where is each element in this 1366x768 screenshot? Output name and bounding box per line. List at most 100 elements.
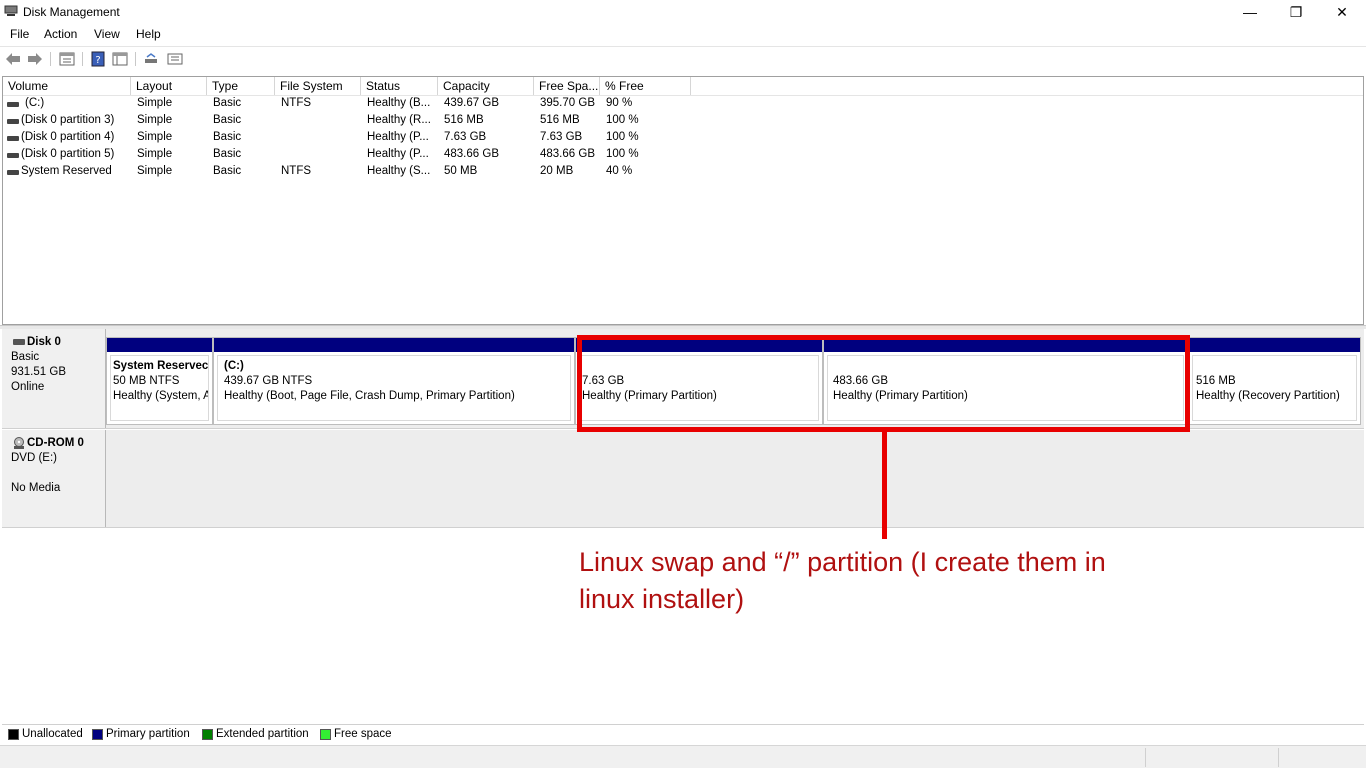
legend-item-unallocated: Unallocated bbox=[6, 728, 83, 740]
table-row[interactable]: (Disk 0 partition 4) Simple Basic Health… bbox=[3, 130, 703, 147]
disk-label[interactable]: Disk 0 Basic 931.51 GB Online bbox=[2, 329, 106, 428]
cell-volume: (Disk 0 partition 3) bbox=[21, 114, 115, 126]
disk-name-container: Disk 0 bbox=[11, 335, 105, 350]
cell-percent-free: 100 % bbox=[606, 131, 639, 143]
close-button[interactable]: ✕ bbox=[1319, 0, 1365, 24]
partition-size: 439.67 GB NTFS bbox=[224, 375, 313, 387]
cell-capacity: 516 MB bbox=[444, 114, 484, 126]
status-bar bbox=[0, 745, 1366, 768]
partition-recovery[interactable]: 516 MB Healthy (Recovery Partition) bbox=[1188, 337, 1361, 425]
cell-status: Healthy (B... bbox=[367, 97, 431, 109]
column-header-free-space[interactable]: Free Spa... bbox=[534, 77, 600, 95]
rescan-icon[interactable] bbox=[142, 51, 160, 67]
legend-label: Primary partition bbox=[106, 728, 190, 740]
partition-body: 516 MB Healthy (Recovery Partition) bbox=[1192, 355, 1357, 421]
table-row[interactable]: (Disk 0 partition 3) Simple Basic Health… bbox=[3, 113, 703, 130]
disk-label[interactable]: CD-ROM 0 DVD (E:) No Media bbox=[2, 430, 106, 527]
annotation-pointer-line bbox=[882, 432, 887, 539]
disk-type: Basic bbox=[11, 351, 40, 363]
properties-icon[interactable] bbox=[58, 51, 76, 67]
legend-item-free-space: Free space bbox=[318, 728, 392, 740]
cell-type: Basic bbox=[213, 148, 242, 160]
cell-layout: Simple bbox=[137, 114, 173, 126]
column-header-volume[interactable]: Volume bbox=[3, 77, 131, 95]
partition-status: Healthy (System, A bbox=[113, 390, 209, 402]
primary-partition-bar bbox=[1189, 338, 1360, 352]
cell-type: Basic bbox=[213, 97, 242, 109]
disk-name: CD-ROM 0 bbox=[27, 437, 84, 449]
cell-volume: System Reserved bbox=[21, 165, 112, 177]
annotation-highlight-box bbox=[577, 335, 1190, 432]
help-icon[interactable]: ? bbox=[89, 51, 107, 67]
cell-volume: (C:) bbox=[25, 97, 45, 109]
cell-layout: Simple bbox=[137, 131, 173, 143]
partition-status: Healthy (Recovery Partition) bbox=[1196, 390, 1340, 402]
legend-label: Extended partition bbox=[216, 728, 309, 740]
settings-icon[interactable] bbox=[166, 51, 184, 67]
table-row[interactable]: (Disk 0 partition 5) Simple Basic Health… bbox=[3, 147, 703, 164]
details-icon[interactable] bbox=[111, 51, 129, 67]
cd-rom-icon bbox=[14, 437, 24, 449]
cell-free-space: 483.66 GB bbox=[540, 148, 595, 160]
disk-management-app-icon bbox=[4, 5, 18, 16]
toolbar: ? bbox=[0, 46, 1366, 72]
legend-item-extended: Extended partition bbox=[200, 728, 309, 740]
menu-file[interactable]: File bbox=[10, 27, 29, 41]
column-header-file-system[interactable]: File System bbox=[275, 77, 361, 95]
partition-system-reserved[interactable]: System Reservec 50 MB NTFS Healthy (Syst… bbox=[106, 337, 213, 425]
legend: Unallocated Primary partition Extended p… bbox=[2, 724, 1364, 744]
annotation-line-2: linux installer) bbox=[579, 584, 745, 614]
volume-list[interactable]: Volume Layout Type File System Status Ca… bbox=[2, 76, 1364, 325]
table-row[interactable]: System Reserved Simple Basic NTFS Health… bbox=[3, 164, 703, 181]
cell-status: Healthy (P... bbox=[367, 148, 429, 160]
primary-partition-bar bbox=[214, 338, 574, 352]
disk-size: 931.51 GB bbox=[11, 366, 66, 378]
primary-partition-bar bbox=[107, 338, 212, 352]
disk-state: Online bbox=[11, 381, 45, 393]
disk-type: DVD (E:) bbox=[11, 452, 57, 464]
cell-layout: Simple bbox=[137, 97, 173, 109]
svg-text:?: ? bbox=[95, 55, 100, 66]
toolbar-separator bbox=[135, 52, 136, 66]
minimize-button[interactable]: — bbox=[1227, 0, 1273, 24]
cell-volume: (Disk 0 partition 4) bbox=[21, 131, 115, 143]
menu-help[interactable]: Help bbox=[136, 27, 161, 41]
cell-status: Healthy (P... bbox=[367, 131, 429, 143]
cell-percent-free: 90 % bbox=[606, 97, 633, 109]
cell-free-space: 7.63 GB bbox=[540, 131, 583, 143]
menu-view[interactable]: View bbox=[94, 27, 120, 41]
unallocated-swatch bbox=[8, 729, 19, 740]
legend-item-primary: Primary partition bbox=[90, 728, 190, 740]
legend-label: Free space bbox=[334, 728, 392, 740]
cell-status: Healthy (S... bbox=[367, 165, 431, 177]
disk-row-cdrom-0[interactable]: CD-ROM 0 DVD (E:) No Media bbox=[2, 430, 1364, 528]
volume-icon bbox=[7, 153, 19, 158]
partition-body: (C:) 439.67 GB NTFS Healthy (Boot, Page … bbox=[217, 355, 571, 421]
back-arrow-icon[interactable] bbox=[4, 51, 22, 67]
title-bar: Disk Management — ❐ ✕ bbox=[0, 0, 1366, 24]
table-row[interactable]: (C:) Simple Basic NTFS Healthy (B... 439… bbox=[3, 96, 703, 113]
window-title: Disk Management bbox=[23, 5, 120, 19]
restore-button[interactable]: ❐ bbox=[1273, 0, 1319, 24]
column-header-type[interactable]: Type bbox=[207, 77, 275, 95]
cell-file-system: NTFS bbox=[281, 165, 312, 177]
column-header-capacity[interactable]: Capacity bbox=[438, 77, 534, 95]
column-header-layout[interactable]: Layout bbox=[131, 77, 207, 95]
cell-capacity: 7.63 GB bbox=[444, 131, 487, 143]
cell-file-system: NTFS bbox=[281, 97, 312, 109]
cell-free-space: 395.70 GB bbox=[540, 97, 595, 109]
cell-layout: Simple bbox=[137, 148, 173, 160]
primary-partition-swatch bbox=[92, 729, 103, 740]
disk-name: Disk 0 bbox=[27, 336, 61, 348]
column-header-percent-free[interactable]: % Free bbox=[600, 77, 691, 95]
menu-action[interactable]: Action bbox=[44, 27, 77, 41]
column-header-status[interactable]: Status bbox=[361, 77, 438, 95]
partition-size: 516 MB bbox=[1196, 375, 1236, 387]
extended-partition-swatch bbox=[202, 729, 213, 740]
free-space-swatch bbox=[320, 729, 331, 740]
status-separator bbox=[1145, 748, 1146, 767]
legend-label: Unallocated bbox=[22, 728, 83, 740]
partition-c-drive[interactable]: (C:) 439.67 GB NTFS Healthy (Boot, Page … bbox=[213, 337, 575, 425]
forward-arrow-icon[interactable] bbox=[26, 51, 44, 67]
